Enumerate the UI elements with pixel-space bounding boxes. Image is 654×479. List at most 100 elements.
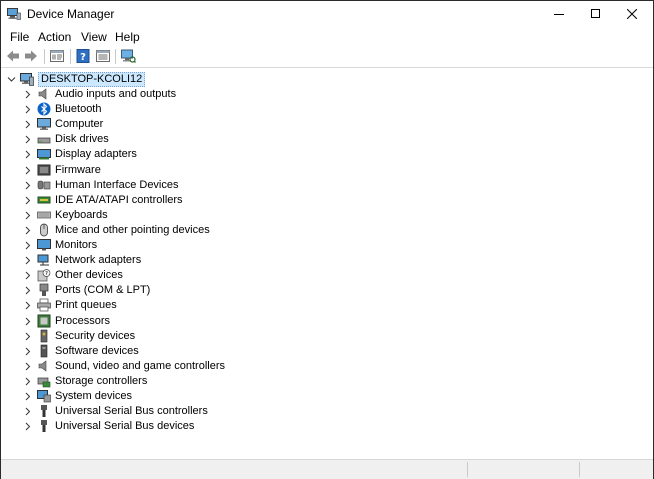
- chevron-right-icon[interactable]: [23, 241, 31, 250]
- chevron-right-icon[interactable]: [23, 181, 31, 189]
- tree-item-label: Display adapters: [55, 148, 137, 161]
- device-tree[interactable]: DESKTOP-KCOLI12 Audio inputs and outputs…: [1, 68, 653, 458]
- tree-item-label: Network adapters: [55, 254, 142, 267]
- ide-controller-icon: [37, 193, 51, 207]
- chevron-right-icon[interactable]: [23, 332, 31, 340]
- tree-item-label: Firmware: [55, 163, 101, 176]
- close-icon: [627, 9, 637, 19]
- tree-item-label: Processors: [55, 314, 111, 327]
- tree-item-label: Bluetooth: [55, 103, 102, 116]
- properties-icon[interactable]: [49, 48, 67, 64]
- menu-view[interactable]: View: [81, 30, 107, 44]
- display-adapter-icon: [37, 147, 51, 161]
- sound-controller-icon: [37, 359, 51, 373]
- unknown-device-icon: ?: [37, 268, 51, 282]
- tree-item-label: Security devices: [55, 329, 136, 342]
- chevron-right-icon[interactable]: [23, 286, 31, 295]
- help-icon[interactable]: ?: [75, 48, 93, 64]
- tree-item-label: IDE ATA/ATAPI controllers: [55, 193, 183, 206]
- status-divider: [467, 462, 468, 477]
- usb-device-icon: [37, 419, 51, 433]
- tree-item-label: Human Interface Devices: [55, 178, 179, 191]
- menu-help[interactable]: Help: [115, 30, 140, 44]
- chevron-right-icon[interactable]: [23, 166, 31, 174]
- back-icon[interactable]: [5, 48, 23, 64]
- status-bar: [1, 459, 653, 479]
- menu-bar: File Action View Help: [1, 27, 653, 46]
- disk-drive-icon: [37, 132, 51, 146]
- tree-item-label: Software devices: [55, 344, 139, 357]
- tree-item-label: Monitors: [55, 239, 98, 251]
- bluetooth-icon: [37, 102, 51, 116]
- menu-file[interactable]: File: [10, 30, 29, 44]
- device-manager-window: Device Manager File Action View Help ? D…: [0, 0, 654, 479]
- chevron-right-icon[interactable]: [23, 105, 31, 114]
- close-button[interactable]: [615, 1, 649, 27]
- tree-item-label: Other devices: [55, 269, 123, 282]
- hid-icon: [37, 178, 51, 192]
- tree-item-label: Sound, video and game controllers: [55, 359, 225, 372]
- toolbar-separator: [44, 49, 45, 64]
- monitor-icon: [37, 238, 51, 252]
- chevron-right-icon[interactable]: [23, 362, 31, 371]
- storage-controller-icon: [37, 374, 51, 388]
- tree-item-label: Keyboards: [55, 208, 108, 221]
- usb-controller-icon: [37, 404, 51, 418]
- view-icon[interactable]: [95, 48, 113, 64]
- printer-icon: [37, 298, 51, 312]
- processor-icon: [37, 314, 51, 328]
- chevron-right-icon[interactable]: [23, 301, 31, 310]
- chevron-right-icon[interactable]: [23, 135, 31, 144]
- maximize-button[interactable]: [579, 1, 613, 27]
- tree-item-label: Ports (COM & LPT): [55, 284, 151, 297]
- chevron-right-icon[interactable]: [23, 377, 31, 386]
- security-device-icon: [37, 329, 51, 343]
- title-bar[interactable]: Device Manager: [1, 1, 653, 27]
- tree-item-label: Print queues: [55, 299, 117, 312]
- chevron-right-icon[interactable]: [23, 407, 31, 416]
- device-manager-app-icon: [7, 8, 21, 20]
- tree-item-label: Universal Serial Bus controllers: [55, 405, 208, 418]
- network-adapter-icon: [37, 253, 51, 267]
- toolbar-separator: [70, 49, 71, 64]
- chevron-right-icon[interactable]: [23, 317, 31, 325]
- chevron-right-icon[interactable]: [23, 347, 31, 356]
- firmware-icon: [37, 163, 51, 177]
- software-device-icon: [37, 344, 51, 358]
- chevron-right-icon[interactable]: [23, 256, 31, 265]
- computer-icon: [37, 117, 51, 131]
- tree-root-label: DESKTOP-KCOLI12: [38, 72, 146, 87]
- computer-icon: [20, 72, 34, 86]
- scan-hardware-icon[interactable]: [120, 48, 138, 64]
- mouse-icon: [37, 223, 51, 237]
- tree-item-label: Universal Serial Bus devices: [55, 420, 195, 433]
- port-icon: [37, 283, 51, 297]
- chevron-right-icon[interactable]: [23, 120, 31, 129]
- window-title: Device Manager: [27, 7, 115, 21]
- chevron-right-icon[interactable]: [23, 392, 31, 401]
- system-devices-icon: [37, 389, 51, 403]
- tree-item-label: Computer: [55, 118, 104, 131]
- chevron-down-icon[interactable]: [7, 75, 16, 83]
- svg-text:?: ?: [80, 52, 86, 63]
- minimize-button[interactable]: [542, 1, 576, 27]
- menu-action[interactable]: Action: [38, 30, 71, 44]
- chevron-right-icon[interactable]: [23, 90, 31, 99]
- toolbar-separator: [115, 49, 116, 64]
- chevron-right-icon[interactable]: [23, 271, 31, 280]
- keyboard-icon: [37, 208, 51, 222]
- chevron-right-icon[interactable]: [23, 226, 31, 235]
- tree-item-label: Audio inputs and outputs: [55, 88, 177, 100]
- speaker-icon: [37, 87, 51, 101]
- tree-item-label: Storage controllers: [55, 374, 148, 387]
- chevron-right-icon[interactable]: [23, 196, 31, 205]
- tree-item-label: Disk drives: [55, 133, 109, 146]
- toolbar: ?: [1, 46, 653, 68]
- chevron-right-icon[interactable]: [23, 422, 31, 431]
- chevron-right-icon[interactable]: [23, 150, 31, 159]
- forward-icon[interactable]: [23, 48, 41, 64]
- tree-item-label: Mice and other pointing devices: [55, 223, 210, 236]
- status-divider: [579, 462, 580, 477]
- svg-text:?: ?: [45, 271, 48, 277]
- chevron-right-icon[interactable]: [23, 211, 31, 220]
